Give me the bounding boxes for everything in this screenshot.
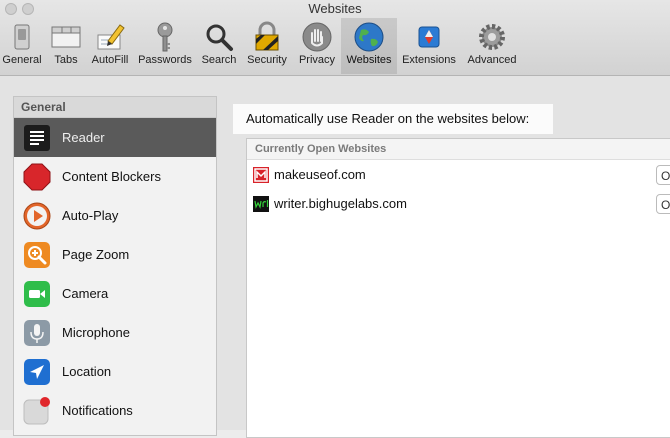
play-icon: [23, 202, 51, 229]
toolbar-label: Privacy: [298, 54, 336, 66]
notifications-icon: [23, 396, 50, 424]
autofill-pencil-icon: [97, 24, 125, 50]
toolbar-label: Security: [247, 54, 287, 66]
toolbar-label: Extensions: [402, 54, 456, 66]
site-reader-setting-select[interactable]: O: [656, 193, 670, 214]
globe-icon: [354, 22, 384, 52]
makeuseof-favicon-icon: [253, 166, 269, 183]
sidebar-item-reader[interactable]: Reader: [14, 118, 216, 157]
toolbar-privacy[interactable]: Privacy: [294, 18, 340, 74]
toolbar-search[interactable]: Search: [198, 18, 240, 74]
camera-icon: [24, 280, 50, 307]
toolbar-label: Websites: [346, 54, 392, 66]
sidebar-item-microphone[interactable]: Microphone: [14, 313, 216, 352]
sidebar-item-content-blockers[interactable]: Content Blockers: [14, 157, 216, 196]
zoom-icon: [24, 241, 50, 268]
padlock-icon: [255, 21, 279, 51]
sidebar-item-label: Reader: [62, 130, 105, 145]
toolbar-extensions[interactable]: Extensions: [399, 18, 459, 74]
sidebar-item-location[interactable]: Location: [14, 352, 216, 391]
preferences-toolbar: Websites General Tabs AutoFill Passwords…: [0, 0, 670, 76]
tabs-icon: [51, 26, 81, 48]
gear-icon: [479, 24, 505, 50]
toolbar-tabs[interactable]: Tabs: [47, 18, 85, 74]
toolbar-label: Search: [201, 54, 237, 66]
toolbar-label: Tabs: [54, 54, 78, 66]
toolbar-general[interactable]: General: [0, 18, 44, 74]
toolbar-passwords[interactable]: Passwords: [135, 18, 195, 74]
websites-list-panel: Currently Open Websites makeuseof.com O …: [246, 138, 670, 438]
site-name: makeuseof.com: [274, 167, 366, 182]
key-icon: [157, 22, 173, 52]
toolbar-websites[interactable]: Websites: [341, 18, 397, 74]
reader-icon: [24, 124, 50, 151]
hand-icon: [302, 22, 332, 52]
toolbar-label: Passwords: [138, 54, 192, 66]
site-reader-setting-select[interactable]: O: [656, 164, 670, 185]
sidebar-item-camera[interactable]: Camera: [14, 274, 216, 313]
toolbar-label: General: [2, 54, 42, 66]
toolbar-security[interactable]: Security: [243, 18, 291, 74]
toolbar-label: Advanced: [467, 54, 517, 66]
sidebar-item-label: Camera: [62, 286, 109, 301]
websites-pane: General Reader Content Blockers Auto-Pla…: [0, 76, 670, 438]
sidebar-section-header: General: [14, 97, 216, 118]
microphone-icon: [24, 319, 50, 346]
window-title: Websites: [308, 1, 362, 16]
bighugelabs-favicon-icon: [253, 195, 269, 212]
sidebar-item-label: Location: [62, 364, 112, 379]
sidebar-item-label: Microphone: [62, 325, 130, 340]
sidebar-item-page-zoom[interactable]: Page Zoom: [14, 235, 216, 274]
toolbar-label: AutoFill: [91, 54, 129, 66]
sidebar-item-notifications[interactable]: Notifications: [14, 391, 216, 430]
site-row-bighugelabs[interactable]: writer.bighugelabs.com O: [247, 189, 670, 218]
toolbar-advanced[interactable]: Advanced: [462, 18, 522, 74]
sidebar-item-label: Auto-Play: [62, 208, 119, 223]
sidebar-item-label: Content Blockers: [62, 169, 161, 184]
stop-sign-icon: [23, 163, 51, 190]
sidebar-item-auto-play[interactable]: Auto-Play: [14, 196, 216, 235]
panel-section-header: Currently Open Websites: [247, 139, 670, 160]
toolbar-autofill[interactable]: AutoFill: [88, 18, 132, 74]
reader-description: Automatically use Reader on the websites…: [233, 104, 553, 134]
site-row-makeuseof[interactable]: makeuseof.com O: [247, 160, 670, 189]
sidebar: General Reader Content Blockers Auto-Pla…: [13, 96, 217, 436]
general-switch-icon: [14, 24, 30, 50]
puzzle-icon: [418, 26, 440, 48]
site-name: writer.bighugelabs.com: [274, 196, 407, 211]
magnifier-icon: [206, 24, 233, 51]
sidebar-item-label: Notifications: [62, 403, 133, 418]
sidebar-item-label: Page Zoom: [62, 247, 130, 262]
location-arrow-icon: [24, 358, 50, 385]
